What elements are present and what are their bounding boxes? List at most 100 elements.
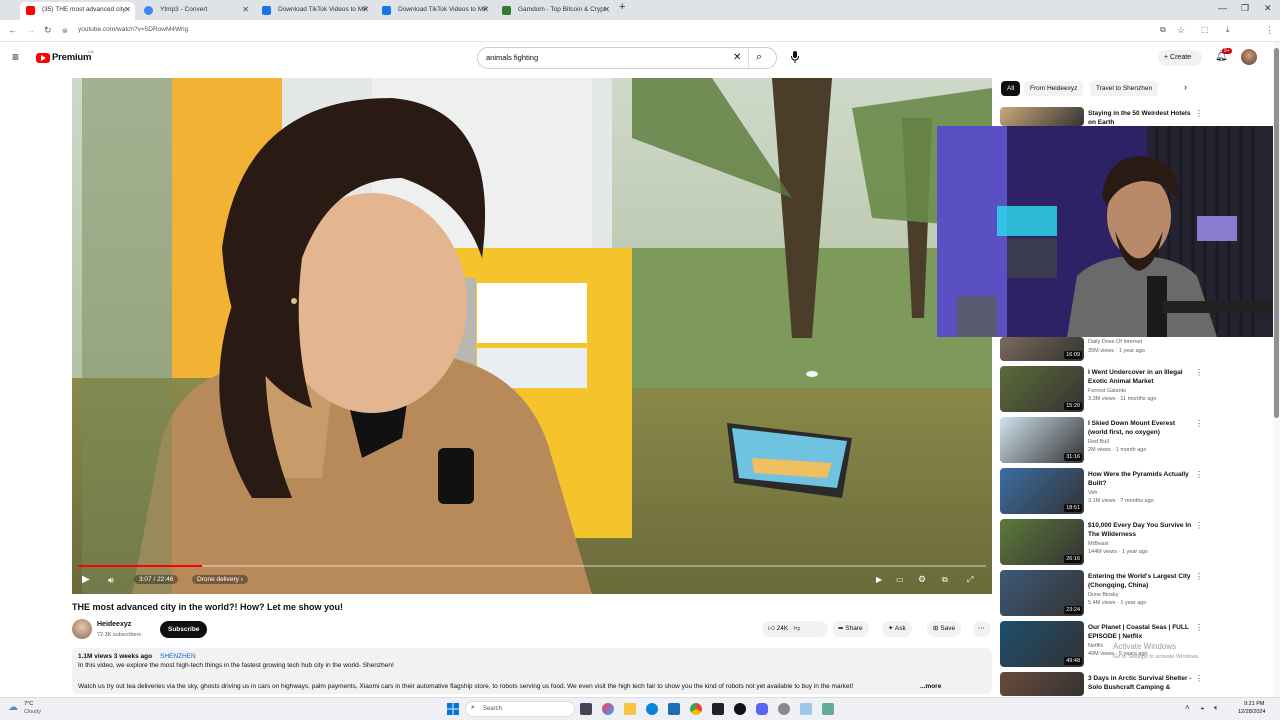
recommendation-item[interactable]: 3 Days in Arctic Survival Shelter - Solo… [1000, 672, 1220, 696]
recommendation-title[interactable]: $10,000 Every Day You Survive In The Wil… [1088, 521, 1192, 539]
more-options-icon[interactable]: ⋮ [1195, 419, 1203, 428]
more-options-icon[interactable]: ⋮ [1195, 470, 1203, 479]
taskbar-clock-time[interactable]: 9:21 PM [1244, 701, 1264, 707]
account-avatar[interactable] [1241, 49, 1257, 65]
bookmark-star-icon[interactable]: ☆ [1177, 25, 1185, 36]
forward-icon[interactable]: → [26, 25, 35, 35]
reload-icon[interactable]: ↻ [44, 25, 52, 36]
subtitles-icon[interactable]: ▭ [896, 575, 904, 584]
recommendation-title[interactable]: I Went Undercover in an Illegal Exotic A… [1088, 368, 1192, 386]
browser-tab-youtube[interactable]: (35) THE most advanced city ✕ [20, 2, 135, 20]
share-button[interactable]: ➦ Share [832, 621, 869, 637]
site-info-icon[interactable]: ⊜ [62, 27, 68, 35]
edge-browser-icon[interactable] [646, 703, 658, 715]
recommendation-thumbnail[interactable]: 16:09 [1000, 337, 1084, 361]
copilot-icon[interactable] [602, 703, 614, 715]
recommendation-channel[interactable]: Red Bull [1088, 439, 1109, 445]
obs-icon[interactable] [734, 703, 746, 715]
progress-track[interactable] [78, 565, 986, 567]
weather-temp[interactable]: 7°C [24, 701, 33, 707]
downloads-icon[interactable]: ⤓ [1226, 25, 1230, 35]
recommendation-item[interactable]: 31:16 I Skied Down Mount Everest (world f… [1000, 417, 1220, 465]
browser-tab-tiktok-1[interactable]: Download TikTok Videos to MP ✕ [256, 2, 373, 20]
chevron-right-icon[interactable]: › [1184, 82, 1187, 92]
autoplay-toggle-icon[interactable]: ▶ [876, 575, 882, 584]
recommendation-thumbnail[interactable]: 31:16 [1000, 417, 1084, 463]
recommendation-item[interactable]: 49:48 Our Planet | Coastal Seas | FULL EP… [1000, 621, 1220, 669]
recommendation-thumbnail[interactable] [1000, 107, 1084, 126]
recommendation-item[interactable]: 15:20 I Went Undercover in an Illegal Exo… [1000, 366, 1220, 414]
minimize-icon[interactable]: — [1218, 3, 1227, 13]
browser-menu-icon[interactable]: ⋮ [1265, 25, 1274, 36]
new-tab-button[interactable]: + [619, 1, 625, 13]
search-input[interactable]: animals fighting [486, 53, 538, 62]
file-explorer-icon[interactable] [624, 703, 636, 715]
close-tab-icon[interactable]: ✕ [242, 2, 249, 18]
create-button[interactable]: + Create [1158, 50, 1202, 66]
more-actions-button[interactable]: ⋯ [973, 621, 991, 637]
terminal-app-icon[interactable] [712, 703, 724, 715]
chrome-icon[interactable] [690, 703, 702, 715]
chapter-button[interactable]: Drone delivery › [192, 575, 248, 584]
taskbar-search-box[interactable]: ⌕ Search [465, 701, 575, 717]
recommendation-channel[interactable]: MrBeast [1088, 541, 1108, 547]
back-icon[interactable]: ← [8, 25, 17, 35]
recommendation-thumbnail[interactable]: 26:16 [1000, 519, 1084, 565]
weather-cloud-icon[interactable]: ☁ [8, 702, 18, 713]
chip-travel[interactable]: Travel to Shenzhen [1090, 81, 1159, 96]
browser-tab-ytmp3[interactable]: Ytmp3 - Convert ✕ [138, 2, 253, 20]
recommendation-channel[interactable]: Veh [1088, 490, 1097, 496]
clear-search-icon[interactable]: ✕ [733, 52, 741, 63]
recommendation-item[interactable]: 23:24 Entering the World's Largest City (… [1000, 570, 1220, 618]
more-options-icon[interactable]: ⋮ [1195, 623, 1203, 632]
recommendation-title[interactable]: Staying in the 50 Weirdest Hotels on Ear… [1088, 109, 1192, 127]
ask-button[interactable]: ✦ Ask [882, 621, 912, 637]
settings-gear-icon[interactable]: ⚙ [918, 574, 926, 585]
description-location-tag[interactable]: SHENZHEN [160, 653, 196, 660]
channel-avatar[interactable] [72, 619, 92, 639]
close-tab-icon[interactable]: ✕ [603, 2, 610, 18]
volume-icon[interactable]: 🔊︎ [108, 575, 114, 586]
recommendation-item[interactable]: 18:51 How Were the Pyramids Actually Buil… [1000, 468, 1220, 516]
extensions-icon[interactable]: ⬚ [1201, 25, 1209, 34]
miniplayer-icon[interactable]: ⧉ [942, 575, 948, 585]
more-options-icon[interactable]: ⋮ [1195, 521, 1203, 530]
hamburger-menu-icon[interactable]: ≡ [12, 50, 19, 64]
network-icon[interactable]: ◒ [1200, 703, 1205, 712]
browser-tab-gamdom[interactable]: Gamdom - Top Bitcoin & Crypt ✕ [496, 2, 614, 20]
windows-start-icon[interactable] [447, 702, 459, 715]
taskbar-clock-date[interactable]: 12/28/2024 [1238, 709, 1266, 715]
recommendation-item[interactable]: 26:16 $10,000 Every Day You Survive In Th… [1000, 519, 1220, 567]
video-player[interactable]: ▶ 🔊︎ 3:07 / 22:46 Drone delivery › ▶ ▭ ⚙… [72, 78, 992, 594]
more-options-icon[interactable]: ⋮ [1195, 674, 1203, 683]
recommendation-thumbnail[interactable]: 18:51 [1000, 468, 1084, 514]
close-tab-icon[interactable]: ✕ [482, 2, 489, 18]
recommendation-thumbnail[interactable]: 15:20 [1000, 366, 1084, 412]
scrollbar-thumb[interactable] [1274, 48, 1279, 418]
store-icon[interactable] [668, 703, 680, 715]
page-scrollbar[interactable] [1273, 42, 1280, 697]
description-box[interactable]: 1.1M views 3 weeks ago SHENZHEN In this … [72, 648, 992, 694]
fullscreen-icon[interactable]: ⤢ [967, 575, 973, 585]
recommendation-thumbnail[interactable] [1000, 672, 1084, 696]
more-options-icon[interactable]: ⋮ [1195, 572, 1203, 581]
description-more-link[interactable]: ...more [918, 683, 942, 690]
microphone-icon[interactable] [790, 50, 800, 64]
chip-from-channel[interactable]: From Heideexyz [1024, 81, 1084, 96]
subscribe-button[interactable]: Subscribe [160, 621, 208, 638]
recommendation-channel[interactable]: Drew Binsky [1088, 592, 1119, 598]
search-box[interactable]: animals fighting ✕ ⌕ [477, 47, 777, 69]
snipping-tool-icon[interactable] [822, 703, 834, 715]
more-options-icon[interactable]: ⋮ [1195, 368, 1203, 377]
cast-icon[interactable]: ⧉ [1160, 25, 1166, 35]
recommendation-channel[interactable]: Daily Dose Of Internet [1088, 339, 1142, 345]
channel-name[interactable]: Heideexyz [97, 621, 131, 628]
chip-all[interactable]: All [1001, 81, 1021, 96]
task-view-icon[interactable] [580, 703, 592, 715]
play-icon[interactable]: ▶ [82, 574, 90, 585]
recommendation-title[interactable]: 3 Days in Arctic Survival Shelter - Solo… [1088, 674, 1192, 692]
save-button[interactable]: ⊞ Save [927, 621, 962, 637]
recommendation-channel[interactable]: Forrest Galante [1088, 388, 1126, 394]
system-tray-chevron-icon[interactable]: ˄ [1185, 703, 1190, 712]
recommendation-thumbnail[interactable]: 23:24 [1000, 570, 1084, 616]
